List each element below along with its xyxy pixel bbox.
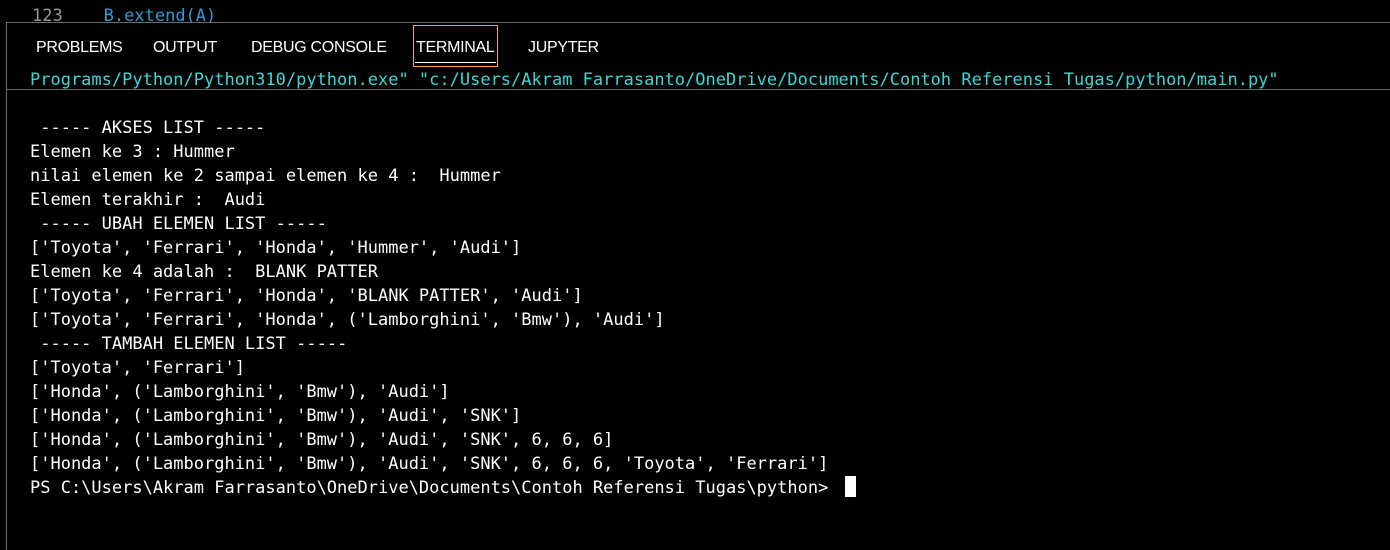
terminal-cursor: [844, 476, 856, 497]
terminal-output[interactable]: Programs/Python/Python310/python.exe" "c…: [30, 68, 1380, 500]
terminal-line: ----- AKSES LIST -----: [30, 118, 266, 138]
terminal-line: ['Honda', ('Lamborghini', 'Bmw'), 'Audi'…: [30, 382, 450, 402]
code-text: B.extend(A): [103, 6, 217, 22]
terminal-line: Elemen terakhir : Audi: [30, 190, 266, 210]
terminal-line: ['Toyota', 'Ferrari', 'Honda', ('Lamborg…: [30, 310, 665, 330]
terminal-line: ['Honda', ('Lamborghini', 'Bmw'), 'Audi'…: [30, 454, 829, 474]
terminal-line: ['Honda', ('Lamborghini', 'Bmw'), 'Audi'…: [30, 406, 522, 426]
terminal-line: ['Honda', ('Lamborghini', 'Bmw'), 'Audi'…: [30, 430, 614, 450]
tab-problems[interactable]: PROBLEMS: [36, 25, 123, 67]
terminal-command-line: Programs/Python/Python310/python.exe" "c…: [30, 70, 1279, 90]
tab-debug-console[interactable]: DEBUG CONSOLE: [251, 25, 387, 67]
tab-terminal[interactable]: TERMINAL: [413, 25, 498, 67]
editor-partial-area: 123 B.extend(A): [0, 0, 1390, 22]
terminal-line: Elemen ke 3 : Hummer: [30, 142, 235, 162]
terminal-prompt-line[interactable]: PS C:\Users\Akram Farrasanto\OneDrive\Do…: [30, 476, 1380, 500]
terminal-line: ['Toyota', 'Ferrari']: [30, 358, 245, 378]
terminal-line: ----- TAMBAH ELEMEN LIST -----: [30, 334, 348, 354]
tab-jupyter[interactable]: JUPYTER: [528, 25, 599, 67]
terminal-line: Elemen ke 4 adalah : BLANK PATTER: [30, 262, 378, 282]
terminal-line: ['Toyota', 'Ferrari', 'Honda', 'Hummer',…: [30, 238, 522, 258]
terminal-line: nilai elemen ke 2 sampai elemen ke 4 : H…: [30, 166, 501, 186]
terminal-line: ['Toyota', 'Ferrari', 'Honda', 'BLANK PA…: [30, 286, 583, 306]
editor-partial-line: 123 B.extend(A): [32, 6, 216, 22]
line-number: 123: [32, 6, 63, 22]
tab-output[interactable]: OUTPUT: [153, 25, 217, 67]
terminal-prompt: PS C:\Users\Akram Farrasanto\OneDrive\Do…: [30, 478, 839, 498]
terminal-line: ----- UBAH ELEMEN LIST -----: [30, 214, 327, 234]
